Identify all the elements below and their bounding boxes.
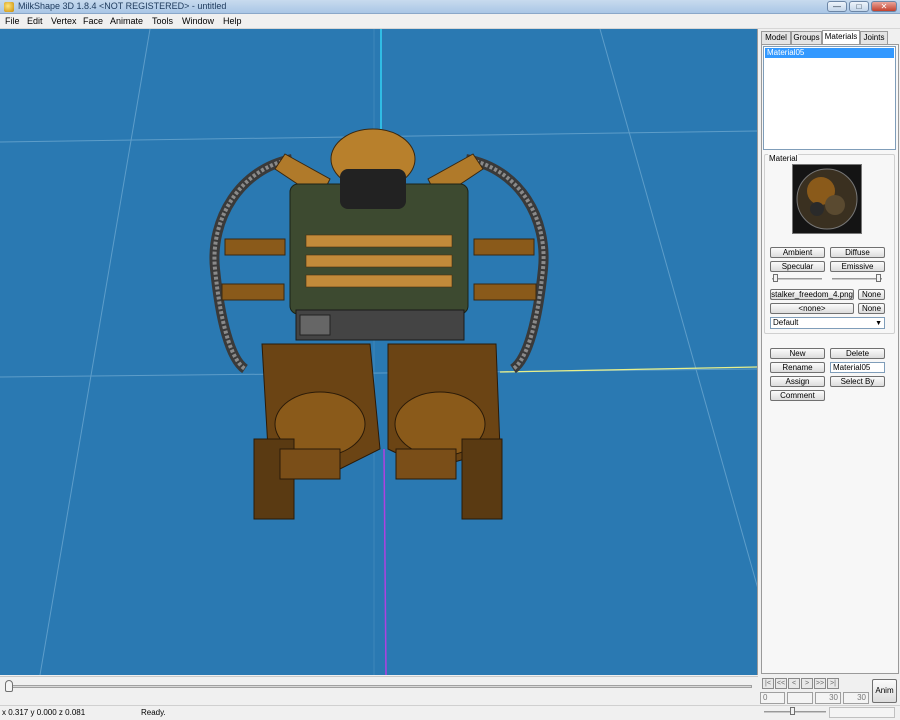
emissive-button[interactable]: Emissive: [830, 261, 885, 272]
anim-button[interactable]: Anim: [872, 679, 897, 703]
tab-model[interactable]: Model: [761, 31, 791, 44]
menu-edit[interactable]: Edit: [27, 16, 43, 26]
status-message: Ready.: [141, 708, 166, 717]
animation-timeline: [0, 676, 758, 704]
app-icon: [4, 2, 14, 12]
tab-groups[interactable]: Groups: [791, 31, 822, 44]
material-list-item[interactable]: Material05: [765, 48, 894, 58]
materials-list[interactable]: Material05: [763, 46, 896, 150]
menu-tools[interactable]: Tools: [152, 16, 173, 26]
mode-select-value: Default: [773, 318, 799, 327]
shininess-slider-track: [772, 278, 822, 280]
tab-joints[interactable]: Joints: [860, 31, 888, 44]
maximize-button[interactable]: □: [849, 1, 869, 12]
prev-frame-button[interactable]: <: [788, 678, 800, 689]
delete-material-button[interactable]: Delete: [830, 348, 885, 359]
select-by-button[interactable]: Select By: [830, 376, 885, 387]
next-key-button[interactable]: >>: [814, 678, 826, 689]
tab-materials[interactable]: Materials: [822, 30, 860, 44]
comment-button[interactable]: Comment: [770, 390, 825, 401]
start-frame-field[interactable]: 30: [815, 692, 841, 704]
material-group-label: Material: [768, 154, 799, 163]
transparency-slider[interactable]: [876, 274, 881, 282]
last-frame-button[interactable]: >|: [827, 678, 839, 689]
mode-select[interactable]: Default ▼: [770, 317, 885, 329]
rename-button[interactable]: Rename: [770, 362, 825, 373]
menu-vertex[interactable]: Vertex: [51, 16, 77, 26]
chevron-down-icon: ▼: [875, 320, 882, 327]
transparency-slider-track: [832, 278, 882, 280]
ambient-button[interactable]: Ambient: [770, 247, 825, 258]
minimize-button[interactable]: —: [827, 1, 847, 12]
menu-face[interactable]: Face: [83, 16, 103, 26]
timeline-slider[interactable]: [5, 680, 13, 692]
title-bar: MilkShape 3D 1.8.4 <NOT REGISTERED> - un…: [0, 0, 900, 14]
window-title: MilkShape 3D 1.8.4 <NOT REGISTERED> - un…: [18, 1, 227, 11]
3d-viewport[interactable]: [0, 29, 758, 675]
texture-file-button[interactable]: ct_stalker_freedom_4.png: [770, 289, 854, 300]
texture-none-button[interactable]: None: [858, 289, 885, 300]
menu-file[interactable]: File: [5, 16, 20, 26]
current-frame-field[interactable]: 0: [760, 692, 785, 704]
status-coordinates: x 0.317 y 0.000 z 0.081: [2, 708, 86, 717]
status-progress-box: [829, 707, 895, 718]
z-axis-line: [383, 448, 387, 675]
diffuse-button[interactable]: Diffuse: [830, 247, 885, 258]
next-frame-button[interactable]: >: [801, 678, 813, 689]
menu-bar: File Edit Vertex Face Animate Tools Wind…: [0, 14, 900, 29]
new-material-button[interactable]: New: [770, 348, 825, 359]
alpha-none-button[interactable]: None: [858, 303, 885, 314]
menu-window[interactable]: Window: [182, 16, 214, 26]
specular-button[interactable]: Specular: [770, 261, 825, 272]
zoom-slider[interactable]: [790, 707, 795, 715]
properties-panel: Model Groups Materials Joints Material05…: [760, 29, 900, 675]
close-button[interactable]: ✕: [871, 1, 897, 12]
end-frame-field[interactable]: 30: [843, 692, 869, 704]
first-frame-button[interactable]: |<: [762, 678, 774, 689]
grid: [0, 29, 757, 675]
shininess-slider[interactable]: [773, 274, 778, 282]
menu-help[interactable]: Help: [223, 16, 242, 26]
zoom-slider-track: [764, 711, 826, 713]
alpha-map-button[interactable]: <none>: [770, 303, 854, 314]
frame-field-blank[interactable]: [787, 692, 813, 704]
timeline-track[interactable]: [8, 685, 752, 688]
rename-field[interactable]: Material05: [830, 362, 885, 373]
prev-key-button[interactable]: <<: [775, 678, 787, 689]
viewport-scene: [0, 29, 757, 675]
menu-animate[interactable]: Animate: [110, 16, 143, 26]
material-preview: [792, 164, 862, 234]
exoskeleton-model: [209, 128, 549, 520]
assign-button[interactable]: Assign: [770, 376, 825, 387]
